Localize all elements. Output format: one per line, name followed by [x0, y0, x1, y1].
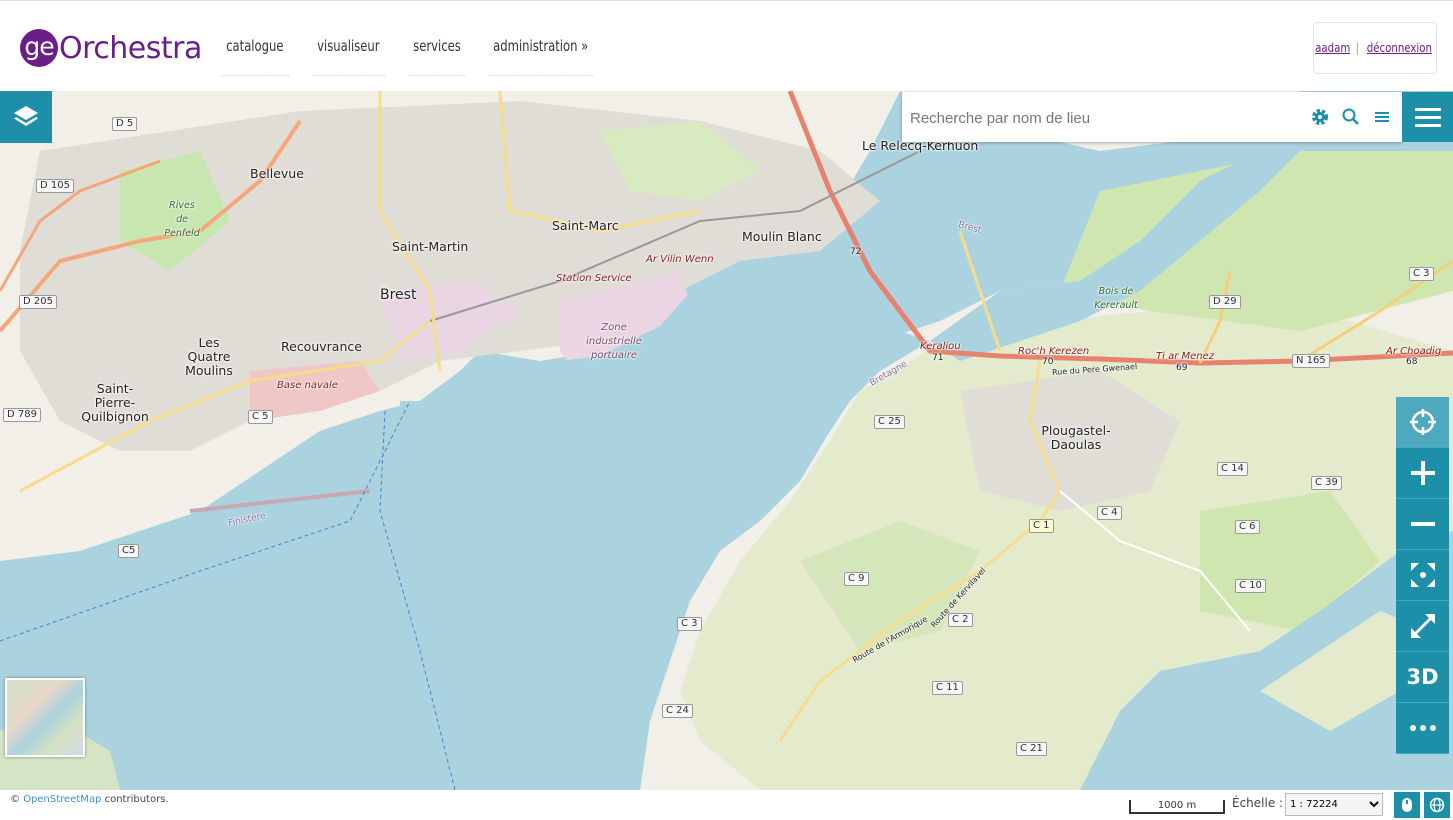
road-shield: C 11: [932, 681, 963, 695]
map-italic-label: Station Service: [556, 273, 632, 284]
attribution-suffix: contributors.: [104, 794, 169, 805]
place-label: Bellevue: [250, 166, 304, 181]
place-label: Plougastel-Daoulas: [1041, 423, 1111, 452]
road-shield: C 21: [1016, 742, 1047, 756]
map-toolbar: 3D: [1396, 397, 1449, 754]
road-shield: C 1: [1029, 519, 1054, 533]
logo-orchestra: Orchestra: [59, 30, 202, 66]
zoom-out-icon: [1410, 522, 1435, 526]
header: ge Orchestra catalogue visualiseur servi…: [0, 0, 1453, 91]
mouse-icon: [1402, 798, 1412, 812]
fullscreen-icon: [1410, 614, 1435, 638]
gear-icon[interactable]: [1308, 105, 1332, 129]
place-label: Saint-Martin: [392, 239, 469, 254]
road-shield: D 29: [1209, 295, 1241, 309]
scale-bar: 1000 m: [1129, 800, 1225, 814]
georchestra-logo[interactable]: ge Orchestra: [20, 28, 202, 68]
road-shield: D 105: [36, 179, 74, 193]
km-marker: 72: [850, 247, 862, 257]
road-shield: C 4: [1097, 506, 1122, 520]
road-shield: C 24: [662, 704, 693, 718]
projection-button[interactable]: [1424, 792, 1450, 818]
attribution: © OpenStreetMap contributors.: [10, 794, 169, 805]
hamburger-icon: [1414, 108, 1441, 127]
search-input[interactable]: [902, 92, 1312, 144]
road-name: Roc'h Kerezen: [1018, 346, 1090, 357]
zoom-extent-icon: [1410, 563, 1435, 587]
attribution-prefix: ©: [10, 794, 20, 805]
zoom-out-button[interactable]: [1396, 499, 1449, 550]
road-shield: C 25: [874, 415, 905, 429]
fullscreen-button[interactable]: [1396, 601, 1449, 652]
username-link[interactable]: aadam: [1315, 41, 1350, 55]
place-label: Brest: [380, 287, 417, 303]
km-marker: 69: [1176, 363, 1188, 373]
map-tiles: [0, 91, 1453, 790]
nav-administration[interactable]: administration »: [487, 29, 593, 76]
search-icon[interactable]: [1339, 105, 1363, 129]
map-italic-label: Zone industrielle portuaire: [586, 322, 642, 361]
footer: © OpenStreetMap contributors. 1000 m Éch…: [0, 790, 1453, 820]
road-shield: D 205: [19, 295, 57, 309]
km-marker: 70: [1042, 357, 1054, 367]
road-shield: C 6: [1235, 520, 1260, 534]
km-marker: 68: [1406, 357, 1418, 367]
road-shield: N 165: [1292, 354, 1330, 368]
zoom-in-icon: [1410, 461, 1435, 485]
layers-button[interactable]: [0, 91, 52, 143]
map-green-label: Bois de Kererault: [1094, 286, 1138, 311]
basemap-switcher[interactable]: [5, 678, 85, 757]
locate-button[interactable]: [1396, 397, 1449, 448]
road-shield: C 3: [677, 617, 702, 631]
globe-icon: [1429, 797, 1445, 813]
place-label: Saint-Marc: [552, 218, 619, 233]
km-marker: 71: [932, 353, 944, 363]
user-box: aadam | déconnexion: [1313, 22, 1437, 74]
zoom-in-button[interactable]: [1396, 448, 1449, 499]
place-label: Recouvrance: [281, 339, 362, 354]
road-shield: D 5: [112, 117, 138, 131]
road-shield: C 3: [1409, 267, 1434, 281]
logo-ge: ge: [20, 29, 58, 67]
road-shield: C 14: [1217, 462, 1248, 476]
map-italic-label: Base navale: [277, 380, 338, 391]
road-shield: C 9: [844, 572, 869, 586]
zoom-extent-button[interactable]: [1396, 550, 1449, 601]
mouse-position-button[interactable]: [1394, 792, 1420, 818]
more-icon: [1409, 725, 1436, 731]
nav-visualiseur[interactable]: visualiseur: [311, 29, 385, 76]
scale-select[interactable]: 1 : 72224: [1285, 793, 1383, 816]
map-green-label: Rives de Penfeld: [164, 200, 200, 239]
map-canvas[interactable]: Bellevue Saint-Martin Saint-Marc Brest L…: [0, 91, 1453, 790]
nav-catalogue[interactable]: catalogue: [221, 29, 289, 76]
map-italic-label: Ar Vilin Wenn: [646, 254, 714, 265]
road-shield: C5: [118, 544, 140, 558]
search-bar: [902, 92, 1402, 144]
nav-services[interactable]: services: [408, 29, 467, 76]
osm-link[interactable]: OpenStreetMap: [23, 794, 101, 805]
more-button[interactable]: [1396, 703, 1449, 754]
road-shield: D 789: [3, 408, 41, 422]
main-nav: catalogue visualiseur services administr…: [221, 29, 622, 76]
3d-button[interactable]: 3D: [1396, 652, 1449, 703]
user-separator: |: [1355, 41, 1360, 55]
road-shield: C 2: [948, 613, 973, 627]
scale-label: Échelle :: [1232, 796, 1284, 810]
logout-link[interactable]: déconnexion: [1367, 41, 1432, 55]
list-icon[interactable]: [1370, 105, 1394, 129]
place-label: Saint-Pierre-Quilbignon: [81, 381, 149, 424]
place-label: Moulin Blanc: [742, 229, 822, 244]
road-shield: C 5: [248, 410, 273, 424]
menu-button[interactable]: [1402, 92, 1453, 142]
scale-bar-text: 1000 m: [1157, 800, 1197, 811]
locate-icon: [1409, 409, 1436, 435]
layers-icon: [14, 106, 38, 126]
road-shield: C 10: [1235, 579, 1266, 593]
road-shield: C 39: [1311, 476, 1342, 490]
place-label: Les Quatre Moulins: [185, 335, 233, 378]
